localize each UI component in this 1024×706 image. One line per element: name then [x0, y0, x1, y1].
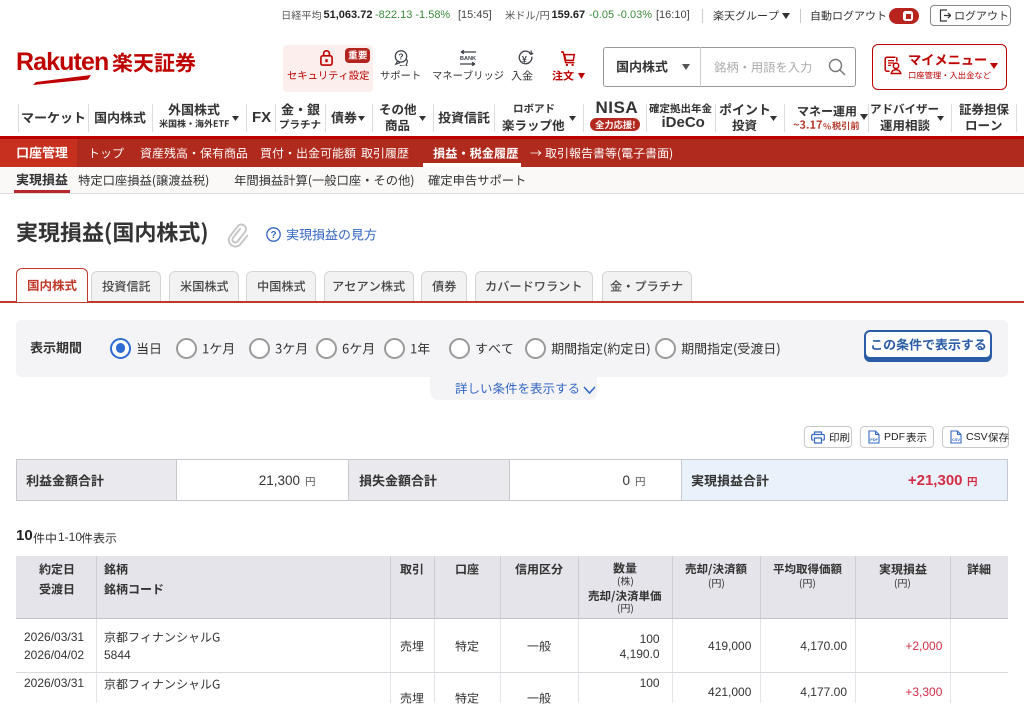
- svg-text:CSV: CSV: [952, 438, 960, 442]
- svg-text:?: ?: [270, 230, 276, 241]
- svg-text:BANK: BANK: [460, 55, 476, 61]
- svg-text:?: ?: [398, 52, 403, 62]
- svg-text:¥: ¥: [521, 55, 526, 65]
- svg-text:PDF: PDF: [870, 438, 878, 442]
